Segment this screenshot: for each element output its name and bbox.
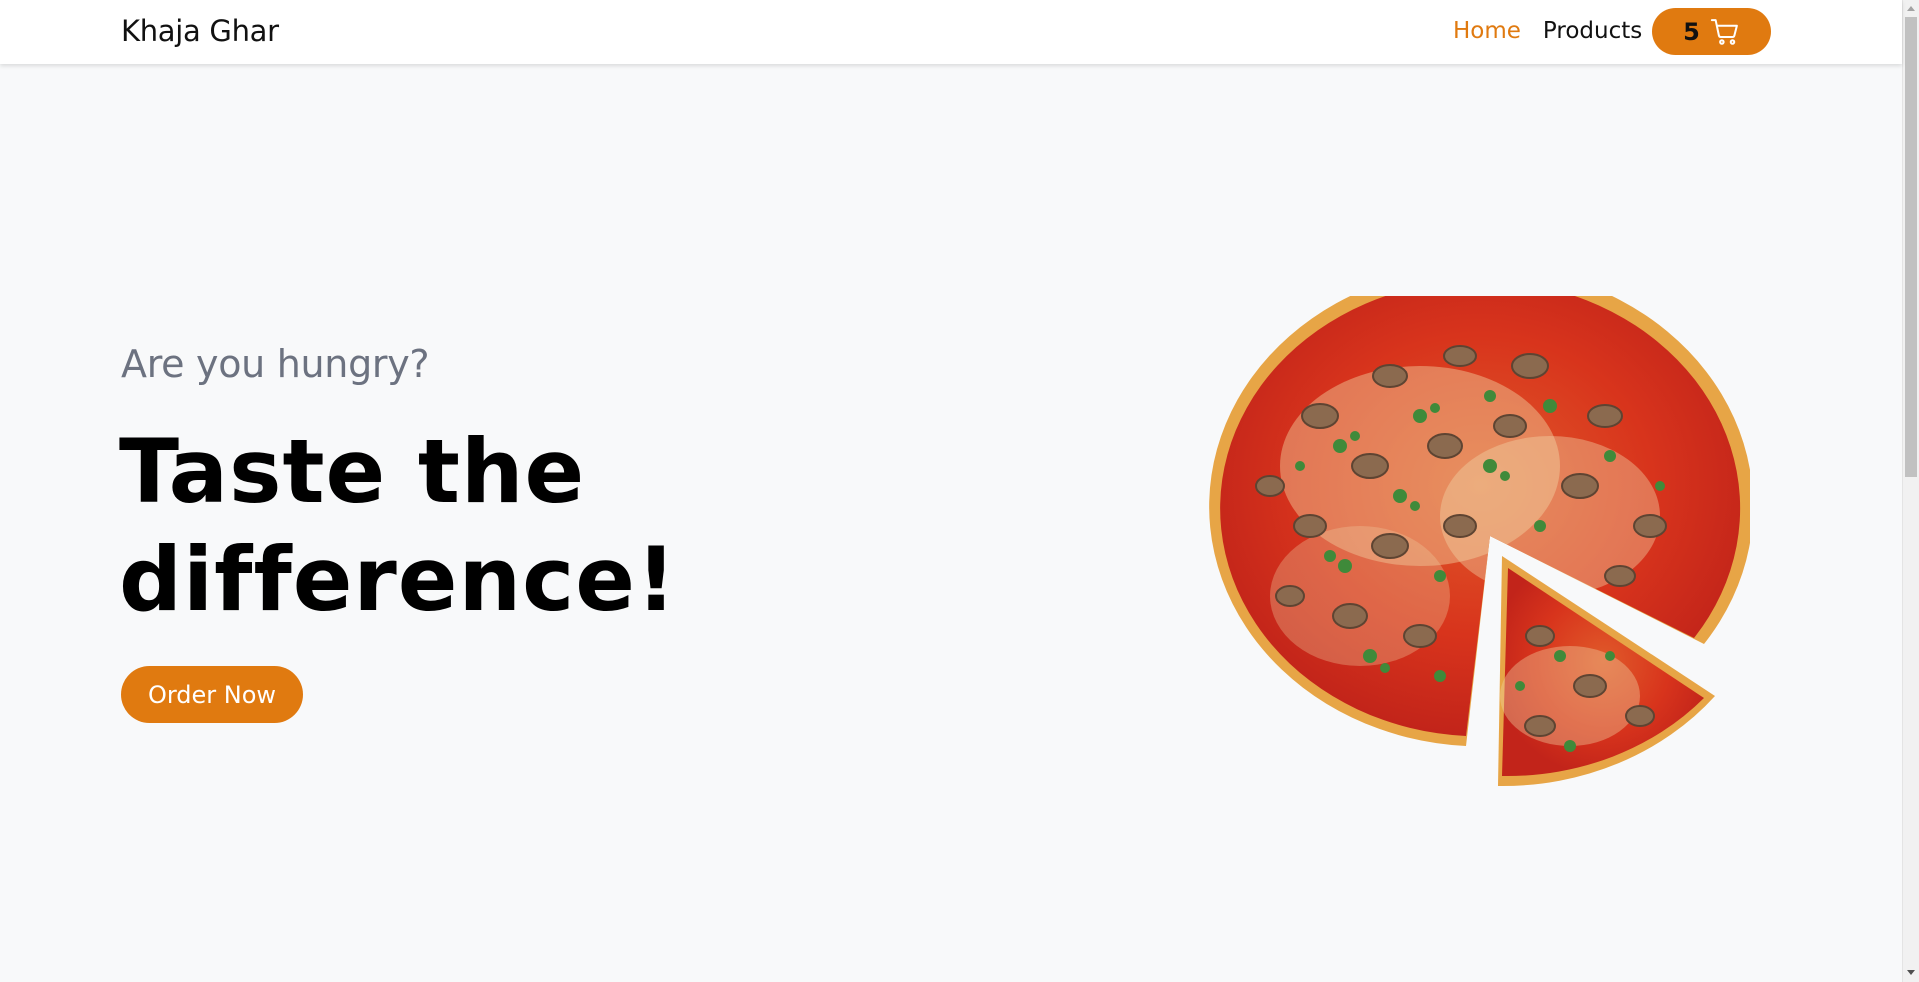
nav-link-home[interactable]: Home [1453,18,1521,44]
cart-button[interactable]: 5 [1652,8,1771,55]
cart-count: 5 [1683,17,1700,46]
scroll-up-arrow-icon[interactable] [1907,6,1915,11]
brand-logo-link[interactable]: Khaja Ghar [121,14,279,48]
page-scrollbar[interactable] [1902,0,1919,982]
scroll-thumb[interactable] [1905,17,1917,477]
hero-title: Taste the difference! [119,420,678,631]
nav-links: Home Products [1453,18,1642,44]
nav-link-products[interactable]: Products [1543,18,1642,44]
top-navbar: Khaja Ghar Home Products 5 [0,0,1902,64]
order-now-button[interactable]: Order Now [121,666,303,723]
hero-subtitle: Are you hungry? [121,342,430,386]
cart-icon [1710,18,1738,45]
scroll-down-arrow-icon[interactable] [1907,970,1915,975]
pizza-image [1190,266,1754,796]
